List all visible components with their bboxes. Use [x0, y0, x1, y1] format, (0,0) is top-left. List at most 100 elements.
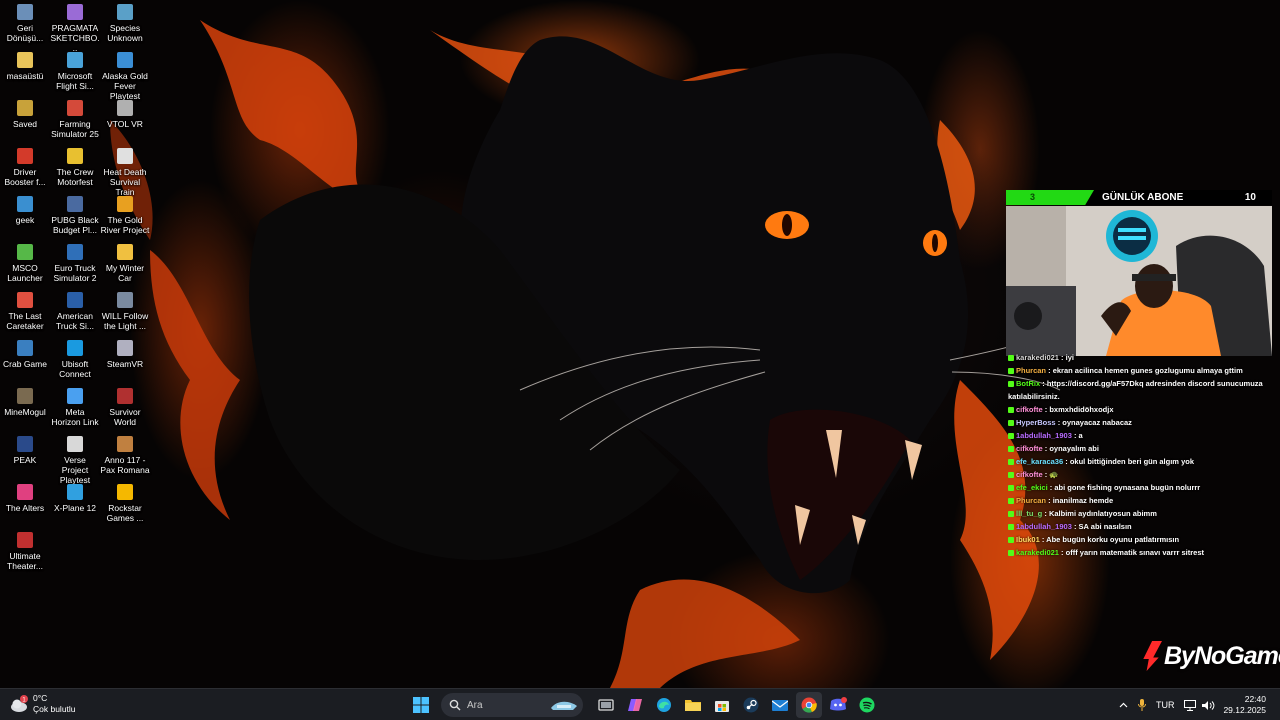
chat-username[interactable]: lll_tu_g — [1016, 509, 1042, 518]
desktop-icon[interactable]: PUBG Black Budget Pl... — [50, 196, 100, 242]
chat-username[interactable]: Phurcan — [1016, 366, 1046, 375]
desktop-icon[interactable]: Verse Project Playtest — [50, 436, 100, 485]
store-button[interactable] — [709, 692, 735, 718]
chat-username[interactable]: karakedi021 — [1016, 353, 1059, 362]
desktop-icon[interactable]: Microsoft Flight Si... — [50, 52, 100, 98]
microphone-button[interactable] — [1137, 699, 1146, 711]
chat-username[interactable]: Phurcan — [1016, 496, 1046, 505]
chat-username[interactable]: Ibuk01 — [1016, 535, 1040, 544]
network-icon — [1184, 699, 1197, 711]
desktop-icon[interactable]: The Alters — [0, 484, 50, 530]
language-indicator[interactable]: TUR — [1156, 700, 1175, 710]
desktop-icon[interactable]: MineMogul — [0, 388, 50, 434]
network-button[interactable] — [1184, 699, 1197, 711]
chat-username[interactable]: efe_karaca36 — [1016, 457, 1063, 466]
desktop-icon[interactable]: Rockstar Games ... — [100, 484, 150, 530]
desktop-icon-label: Verse Project Playtest — [59, 455, 91, 485]
game-icon — [117, 388, 133, 404]
mail-button[interactable] — [767, 692, 793, 718]
desktop-icon[interactable]: SteamVR — [100, 340, 150, 386]
chat-message: cifkofte : oynayalım abi — [1008, 442, 1272, 455]
desktop-icon[interactable]: Alaska Gold Fever Playtest — [100, 52, 150, 101]
desktop-icon-label: Microsoft Flight Si... — [56, 71, 94, 91]
task-view-button[interactable] — [593, 692, 619, 718]
weather-widget[interactable]: 1 0°C Çok bulutlu — [10, 693, 76, 715]
desktop-icon[interactable]: Saved — [0, 100, 50, 146]
desktop-icon[interactable]: Heat Death Survival Train — [100, 148, 150, 197]
chat-username[interactable]: cifkofte — [1016, 405, 1043, 414]
file-explorer-button[interactable] — [680, 692, 706, 718]
volume-button[interactable] — [1202, 700, 1215, 711]
chat-message: lll_tu_g : Kalbimi aydınlatıyosun abimm — [1008, 507, 1272, 520]
desktop-icon[interactable]: Geri Dönüşü... — [0, 4, 50, 50]
show-hidden-icons-button[interactable] — [1119, 702, 1128, 708]
desktop-icon[interactable]: VTOL VR — [100, 100, 150, 146]
microphone-icon — [1137, 699, 1146, 711]
desktop-icon[interactable]: X-Plane 12 — [50, 484, 100, 530]
cloud-icon: 1 — [10, 695, 28, 713]
desktop-icon-label: Geri Dönüşü... — [6, 23, 44, 43]
desktop-icon[interactable]: The Last Caretaker — [0, 292, 50, 338]
desktop-icon[interactable]: American Truck Si... — [50, 292, 100, 338]
desktop-icon[interactable]: The Crew Motorfest — [50, 148, 100, 194]
desktop-icon-label: WILL Follow the Light ... — [101, 311, 149, 331]
chat-text: : SA abi nasılsın — [1073, 522, 1132, 531]
desktop-icon-label: Ubisoft Connect — [59, 359, 91, 379]
desktop-icon[interactable]: Farming Simulator 25 — [50, 100, 100, 146]
desktop-icon[interactable]: Anno 117 - Pax Romana — [100, 436, 150, 482]
desktop-icon[interactable]: masaüstü — [0, 52, 50, 98]
chat-message: karakedi021 : iyi — [1008, 351, 1272, 364]
copilot-button[interactable] — [622, 692, 648, 718]
desktop-icon[interactable]: The Gold River Project — [100, 196, 150, 242]
desktop-icon[interactable]: geek — [0, 196, 50, 242]
chat-message: cifkofte : 🐢 — [1008, 468, 1272, 481]
edge-icon — [657, 698, 671, 712]
chat-username[interactable]: cifkofte — [1016, 470, 1043, 479]
game-icon — [67, 292, 83, 308]
desktop-icon[interactable]: MSCO Launcher — [0, 244, 50, 290]
chat-username[interactable]: 1abdullah_1903 — [1016, 522, 1072, 531]
steam-button[interactable] — [738, 692, 764, 718]
kick-badge-icon — [1008, 472, 1014, 479]
kick-badge-icon — [1008, 511, 1014, 518]
chat-text: : inanilmaz hemde — [1048, 496, 1114, 505]
game-icon — [67, 52, 83, 68]
start-button[interactable] — [408, 692, 434, 718]
taskbar-search-box[interactable]: Ara — [441, 693, 583, 717]
chat-username[interactable]: karakedi021 — [1016, 548, 1059, 557]
desktop-icon[interactable]: PEAK — [0, 436, 50, 482]
game-icon — [67, 244, 83, 260]
chat-username[interactable]: efe_ekici — [1016, 483, 1048, 492]
chat-username[interactable]: cifkofte — [1016, 444, 1043, 453]
edge-button[interactable] — [651, 692, 677, 718]
desktop-icon[interactable]: Crab Game — [0, 340, 50, 386]
spotify-button[interactable] — [854, 692, 880, 718]
spotify-icon — [859, 697, 875, 713]
discord-button[interactable] — [825, 692, 851, 718]
kick-badge-icon — [1008, 420, 1014, 427]
desktop-icon[interactable]: Ultimate Theater... — [0, 532, 50, 578]
game-icon — [117, 436, 133, 452]
chrome-button[interactable] — [796, 692, 822, 718]
desktop-icon[interactable]: Survivor World — [100, 388, 150, 434]
kick-badge-icon — [1008, 498, 1014, 505]
chat-username[interactable]: HyperBoss — [1016, 418, 1056, 427]
desktop-icon[interactable]: Meta Horizon Link — [50, 388, 100, 434]
game-icon — [17, 340, 33, 356]
chat-message: Phurcan : ekran acilinca hemen gunes goz… — [1008, 364, 1272, 377]
chat-text: : a — [1073, 431, 1083, 440]
chat-username[interactable]: BotRix — [1016, 379, 1040, 388]
desktop-icon[interactable]: Euro Truck Simulator 2 — [50, 244, 100, 290]
desktop-icon[interactable]: My Winter Car — [100, 244, 150, 290]
clock[interactable]: 22:40 29.12.2025 — [1223, 694, 1266, 716]
desktop-icon[interactable]: Species Unknown — [100, 4, 150, 50]
desktop-icon[interactable]: WILL Follow the Light ... — [100, 292, 150, 338]
chat-username[interactable]: 1abdullah_1903 — [1016, 431, 1072, 440]
desktop-icon[interactable]: PRAGMATA SKETCHBO... — [50, 4, 100, 53]
game-icon — [117, 52, 133, 68]
desktop-icon[interactable]: Ubisoft Connect — [50, 340, 100, 386]
desktop-icon[interactable]: Driver Booster f... — [0, 148, 50, 194]
desktop-icon-label: Alaska Gold Fever Playtest — [102, 71, 148, 101]
game-icon — [17, 532, 33, 548]
subscriber-goal-bar: 3 GÜNLÜK ABONE 10 — [1006, 190, 1272, 205]
